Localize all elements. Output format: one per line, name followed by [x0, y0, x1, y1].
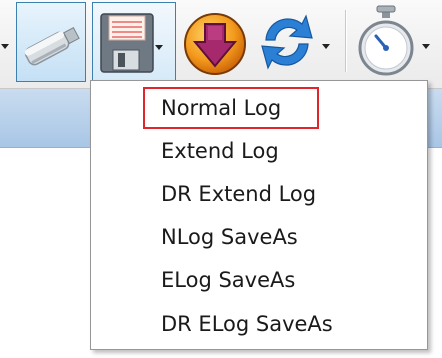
refresh-button[interactable]	[256, 6, 336, 82]
menu-item-normal-log[interactable]: Normal Log	[161, 90, 281, 126]
menu-item-elog-saveas[interactable]: ELog SaveAs	[161, 262, 295, 298]
menu-item-nlog-saveas[interactable]: NLog SaveAs	[161, 219, 298, 255]
save-log-menu: Normal Log Extend Log DR Extend Log NLog…	[90, 80, 428, 350]
download-button[interactable]	[180, 4, 250, 82]
toolbar	[0, 0, 442, 89]
save-log-button[interactable]	[92, 2, 176, 82]
chevron-down-icon[interactable]	[422, 44, 430, 49]
floppy-save-icon	[100, 13, 154, 73]
menu-item-extend-log[interactable]: Extend Log	[161, 133, 279, 169]
timer-button[interactable]	[356, 4, 442, 82]
toolbar-separator	[345, 10, 346, 72]
usb-drive-icon	[24, 26, 80, 66]
chevron-down-icon[interactable]	[155, 45, 163, 50]
chevron-down-icon[interactable]	[1, 44, 9, 49]
chevron-down-icon[interactable]	[322, 44, 330, 49]
refresh-icon	[261, 14, 313, 70]
menu-item-dr-elog-saveas[interactable]: DR ELog SaveAs	[161, 306, 333, 342]
stopwatch-icon	[358, 5, 414, 76]
usb-drive-button[interactable]	[16, 2, 86, 82]
download-arrow-icon	[184, 13, 246, 75]
menu-item-dr-extend-log[interactable]: DR Extend Log	[161, 176, 316, 212]
